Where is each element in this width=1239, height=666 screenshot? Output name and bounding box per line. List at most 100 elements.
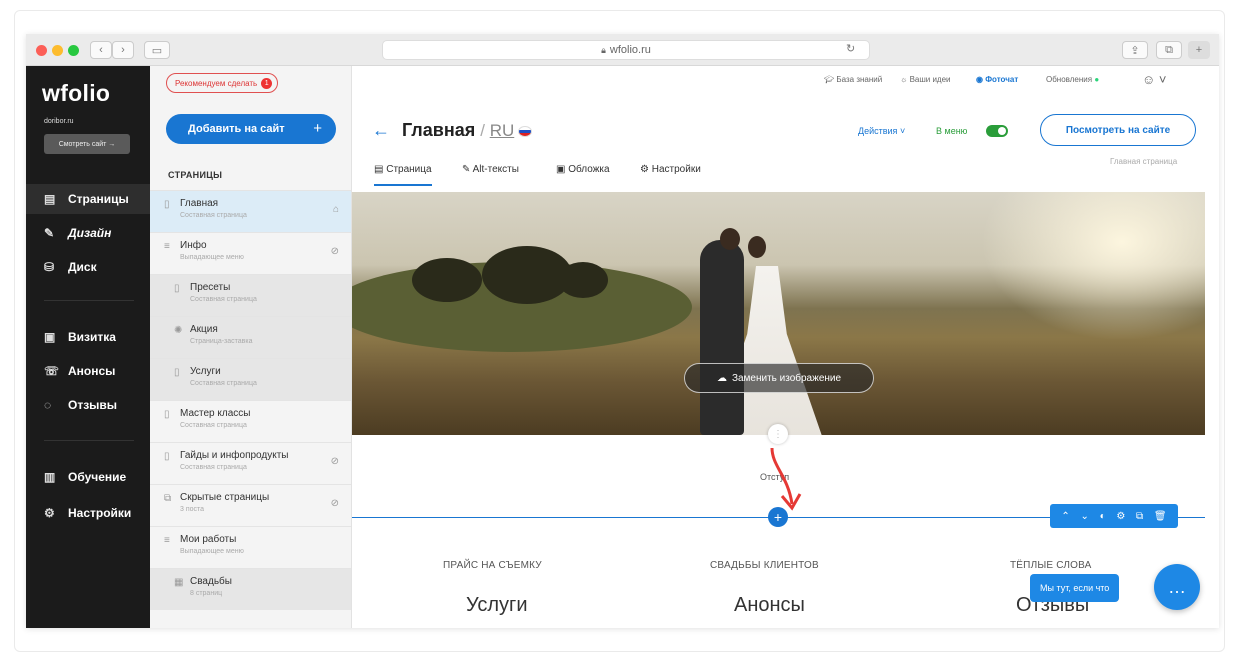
nav-label: Настройки — [68, 506, 132, 520]
page-item[interactable]: ≡ Инфо Выпадающее меню ⊘ — [150, 232, 351, 274]
user-avatar-icon[interactable]: ☺ ˅ — [1142, 72, 1166, 87]
move-down-icon[interactable]: ⌄ — [1080, 511, 1088, 522]
pages-heading: СТРАНИЦЫ — [168, 170, 223, 180]
nav-pages[interactable]: ▤ Страницы — [26, 184, 150, 214]
main-sidebar: wfolio doribor.ru Смотреть сайт → ▤ Стран… — [26, 66, 150, 628]
groom-figure — [700, 240, 744, 435]
url-text: wfolio.ru — [609, 44, 651, 56]
nav-disk[interactable]: ⛁ Диск — [26, 252, 150, 282]
home-icon: ⌂ — [332, 204, 339, 215]
move-up-icon[interactable]: ⌃ — [1061, 511, 1069, 522]
sidebar-toggle-icon[interactable]: ▭ — [144, 41, 170, 59]
replace-image-button[interactable]: ☁ Заменить изображение — [684, 363, 874, 393]
page-item[interactable]: ▯ Пресеты Составная страница — [150, 274, 351, 316]
gear-icon[interactable]: ⚙ — [1116, 511, 1125, 522]
page-subtitle: Составная страница — [180, 422, 247, 429]
add-block-button[interactable]: + — [768, 507, 788, 527]
nav-label: Дизайн — [68, 226, 112, 240]
address-bar[interactable]: 🔒︎ wfolio.ru — [382, 40, 870, 60]
nav-announcements[interactable]: ☏ Анонсы — [26, 356, 150, 386]
bulb-icon: ☼ — [900, 75, 910, 84]
nav-reviews[interactable]: ◌ Отзывы — [26, 390, 150, 420]
tab-settings[interactable]: ⚙ Настройки — [640, 164, 701, 175]
brush-icon: ✎ — [44, 226, 55, 240]
bride-head — [748, 236, 766, 258]
gallery-icon: ▦ — [174, 577, 184, 588]
nav-label: Диск — [68, 260, 97, 274]
actions-dropdown[interactable]: Действия ˅ — [858, 126, 905, 136]
page-title-row: ← Главная / RU — [372, 120, 533, 141]
logo[interactable]: wfolio — [42, 80, 110, 107]
chat-tooltip[interactable]: Мы тут, если что — [1030, 574, 1120, 602]
palette-icon[interactable]: ◐ — [1100, 511, 1106, 522]
drag-handle[interactable]: ⋮ — [768, 424, 788, 444]
card-icon: ▣ — [44, 330, 56, 344]
disk-icon: ⛁ — [44, 260, 55, 274]
tab-label: Страница — [386, 164, 432, 175]
recommend-button[interactable]: Рекомендуем сделать 1 — [166, 73, 279, 93]
share-icon[interactable]: ⇪ — [1122, 41, 1148, 59]
hidden-eye-icon[interactable]: ⊘ — [331, 498, 339, 509]
page-title: Акция — [190, 324, 218, 335]
tab-alt-texts[interactable]: ✎ Alt-тексты — [462, 164, 519, 175]
top-bar: 🎓︎ База знаний ☼ Ваши идеи ◉ Фоточат Обн… — [352, 66, 1219, 96]
language-switch[interactable]: / RU — [480, 121, 514, 140]
photochat-link[interactable]: ◉ Фоточат — [976, 75, 1018, 84]
in-menu-toggle[interactable] — [986, 125, 1008, 137]
nav-design[interactable]: ✎ Дизайн — [26, 218, 150, 248]
column-heading: ПРАЙС НА СЪЕМКУ — [443, 560, 542, 571]
page-item[interactable]: ▦ Свадьбы 8 страниц — [150, 568, 351, 610]
page-subtitle: 8 страниц — [190, 590, 223, 597]
page-item[interactable]: ▯ Гайды и инфопродукты Составная страниц… — [150, 442, 351, 484]
hidden-eye-icon[interactable]: ⊘ — [331, 456, 339, 467]
forward-icon[interactable]: › — [112, 41, 134, 59]
reload-icon[interactable]: ↻ — [846, 42, 855, 55]
divider — [44, 300, 134, 301]
page-subtitle: Составная страница — [190, 296, 257, 303]
knowledge-link[interactable]: 🎓︎ База знаний — [824, 75, 882, 84]
page-item[interactable]: ✺ Акция Страница-заставка — [150, 316, 351, 358]
page-item[interactable]: ▯ Главная Составная страница ⌂ — [150, 190, 351, 232]
page-item[interactable]: ▯ Услуги Составная страница — [150, 358, 351, 400]
zoom-dot[interactable] — [68, 45, 79, 56]
view-on-site-button[interactable]: Посмотреть на сайте — [1040, 114, 1196, 146]
tab-cover[interactable]: ▣ Обложка — [556, 164, 610, 175]
page-title: Мастер классы — [180, 408, 251, 419]
nav-label: Страницы — [68, 192, 129, 206]
trash-icon[interactable]: 🗑︎ — [1154, 511, 1167, 522]
page-item[interactable]: ⧉ Скрытые страницы 3 поста ⊘ — [150, 484, 351, 526]
plus-icon: + — [313, 120, 322, 137]
new-tab-icon[interactable]: + — [1188, 41, 1210, 59]
nav-settings[interactable]: ⚙ Настройки — [26, 498, 150, 528]
updates-link[interactable]: Обновления ● — [1046, 75, 1099, 84]
minimize-dot[interactable] — [52, 45, 63, 56]
nav-card[interactable]: ▣ Визитка — [26, 322, 150, 352]
tab-page[interactable]: ▤ Страница — [374, 164, 432, 186]
duplicate-icon[interactable]: ⧉ — [1136, 511, 1143, 522]
page-title: Услуги — [190, 366, 221, 377]
page-subtitle: Выпадающее меню — [180, 254, 244, 261]
block-toolbar: ⌃ ⌄ ◐ ⚙ ⧉ 🗑︎ — [1050, 504, 1178, 528]
graduation-icon: 🎓︎ — [824, 75, 837, 84]
lock-icon: 🔒︎ — [601, 44, 606, 55]
view-site-button[interactable]: Смотреть сайт → — [44, 134, 130, 154]
page-item[interactable]: ≡ Мои работы Выпадающее меню — [150, 526, 351, 568]
site-domain: doribor.ru — [44, 118, 74, 125]
tabs-icon[interactable]: ⧉ — [1156, 41, 1182, 59]
page-item[interactable]: ▯ Мастер классы Составная страница — [150, 400, 351, 442]
hidden-eye-icon[interactable]: ⊘ — [331, 246, 339, 257]
page-subtitle: Составная страница — [180, 212, 247, 219]
ideas-link[interactable]: ☼ Ваши идеи — [900, 75, 951, 84]
add-to-site-button[interactable]: Добавить на сайт + — [166, 114, 336, 144]
chat-bubble-icon[interactable]: … — [1154, 564, 1200, 610]
back-arrow-icon[interactable]: ← — [372, 120, 390, 140]
home-page-label: Главная страница — [1110, 157, 1178, 166]
close-dot[interactable] — [36, 45, 47, 56]
tab-label: Настройки — [651, 164, 701, 175]
back-icon[interactable]: ‹ — [90, 41, 112, 59]
knowledge-label: База знаний — [836, 75, 883, 84]
gear-icon: ⚙ — [44, 506, 55, 520]
page-subtitle: Составная страница — [190, 380, 257, 387]
column-title: Услуги — [466, 594, 528, 616]
nav-learning[interactable]: ▥ Обучение — [26, 462, 150, 492]
